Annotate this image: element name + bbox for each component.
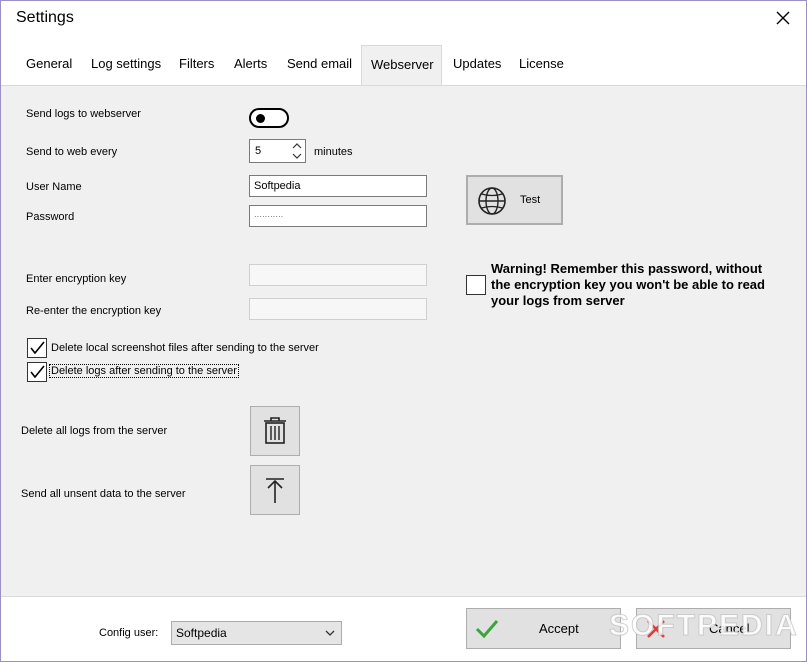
- enc-key-field[interactable]: [249, 264, 427, 286]
- footer-bar: Config user: Softpedia Accept Cancel SOF…: [1, 598, 806, 661]
- send-every-value: 5: [255, 145, 262, 157]
- enc-key-label: Enter encryption key: [26, 273, 127, 285]
- test-button-label: Test: [520, 194, 541, 206]
- delete-screens-checkbox[interactable]: [27, 338, 47, 358]
- config-user-label: Config user:: [99, 627, 159, 639]
- accept-button[interactable]: Accept: [466, 608, 621, 649]
- settings-window: Settings General Log settings Filters Al…: [0, 0, 807, 662]
- accept-label: Accept: [539, 621, 579, 636]
- globe-icon: [478, 187, 506, 215]
- delete-all-label: Delete all logs from the server: [21, 425, 168, 437]
- trash-icon: [264, 417, 286, 444]
- checkmark-icon: [30, 365, 45, 379]
- title-bar: Settings: [1, 1, 806, 37]
- delete-logs-label: Delete logs after sending to the server: [49, 364, 239, 378]
- config-user-select[interactable]: Softpedia: [171, 621, 342, 645]
- checkmark-icon: [475, 620, 499, 639]
- tab-alerts[interactable]: Alerts: [225, 45, 276, 85]
- delete-screens-label: Delete local screenshot files after send…: [51, 342, 319, 354]
- config-user-value: Softpedia: [176, 626, 227, 640]
- chevron-down-icon: [325, 630, 335, 636]
- softpedia-watermark: SOFTPEDIA: [609, 609, 799, 643]
- webserver-panel: Send logs to webserver Send to web every…: [1, 85, 806, 597]
- send-logs-label: Send logs to webserver: [26, 108, 141, 120]
- warning-text: Warning! Remember this password, without…: [491, 261, 765, 308]
- password-label: Password: [26, 211, 75, 223]
- send-unsent-button[interactable]: [250, 465, 300, 515]
- close-icon[interactable]: [772, 7, 794, 29]
- spinner-arrows-icon[interactable]: [291, 141, 303, 161]
- toggle-knob: [256, 114, 265, 123]
- username-label: User Name: [26, 181, 82, 193]
- window-title: Settings: [16, 9, 74, 26]
- reenc-key-label: Re-enter the encryption key: [26, 305, 162, 317]
- send-every-spinner[interactable]: 5: [249, 139, 306, 163]
- checkmark-icon: [30, 341, 45, 355]
- delete-logs-checkbox[interactable]: [27, 362, 47, 382]
- tab-send-email[interactable]: Send email: [278, 45, 361, 85]
- test-button[interactable]: Test: [466, 175, 563, 225]
- tab-license[interactable]: License: [510, 45, 573, 85]
- tab-log-settings[interactable]: Log settings: [82, 45, 170, 85]
- send-every-unit: minutes: [314, 146, 353, 158]
- tab-filters[interactable]: Filters: [170, 45, 223, 85]
- reenc-key-field[interactable]: [249, 298, 427, 320]
- password-field[interactable]: ···········: [249, 205, 427, 227]
- send-logs-toggle[interactable]: [249, 108, 289, 128]
- tab-updates[interactable]: Updates: [444, 45, 510, 85]
- warning-checkbox[interactable]: [466, 275, 486, 295]
- send-unsent-label: Send all unsent data to the server: [21, 488, 186, 500]
- username-field[interactable]: Softpedia: [249, 175, 427, 197]
- send-every-label: Send to web every: [26, 146, 118, 158]
- delete-all-button[interactable]: [250, 406, 300, 456]
- tab-webserver[interactable]: Webserver: [361, 45, 442, 86]
- tab-general[interactable]: General: [17, 45, 81, 85]
- upload-arrow-icon: [266, 478, 284, 503]
